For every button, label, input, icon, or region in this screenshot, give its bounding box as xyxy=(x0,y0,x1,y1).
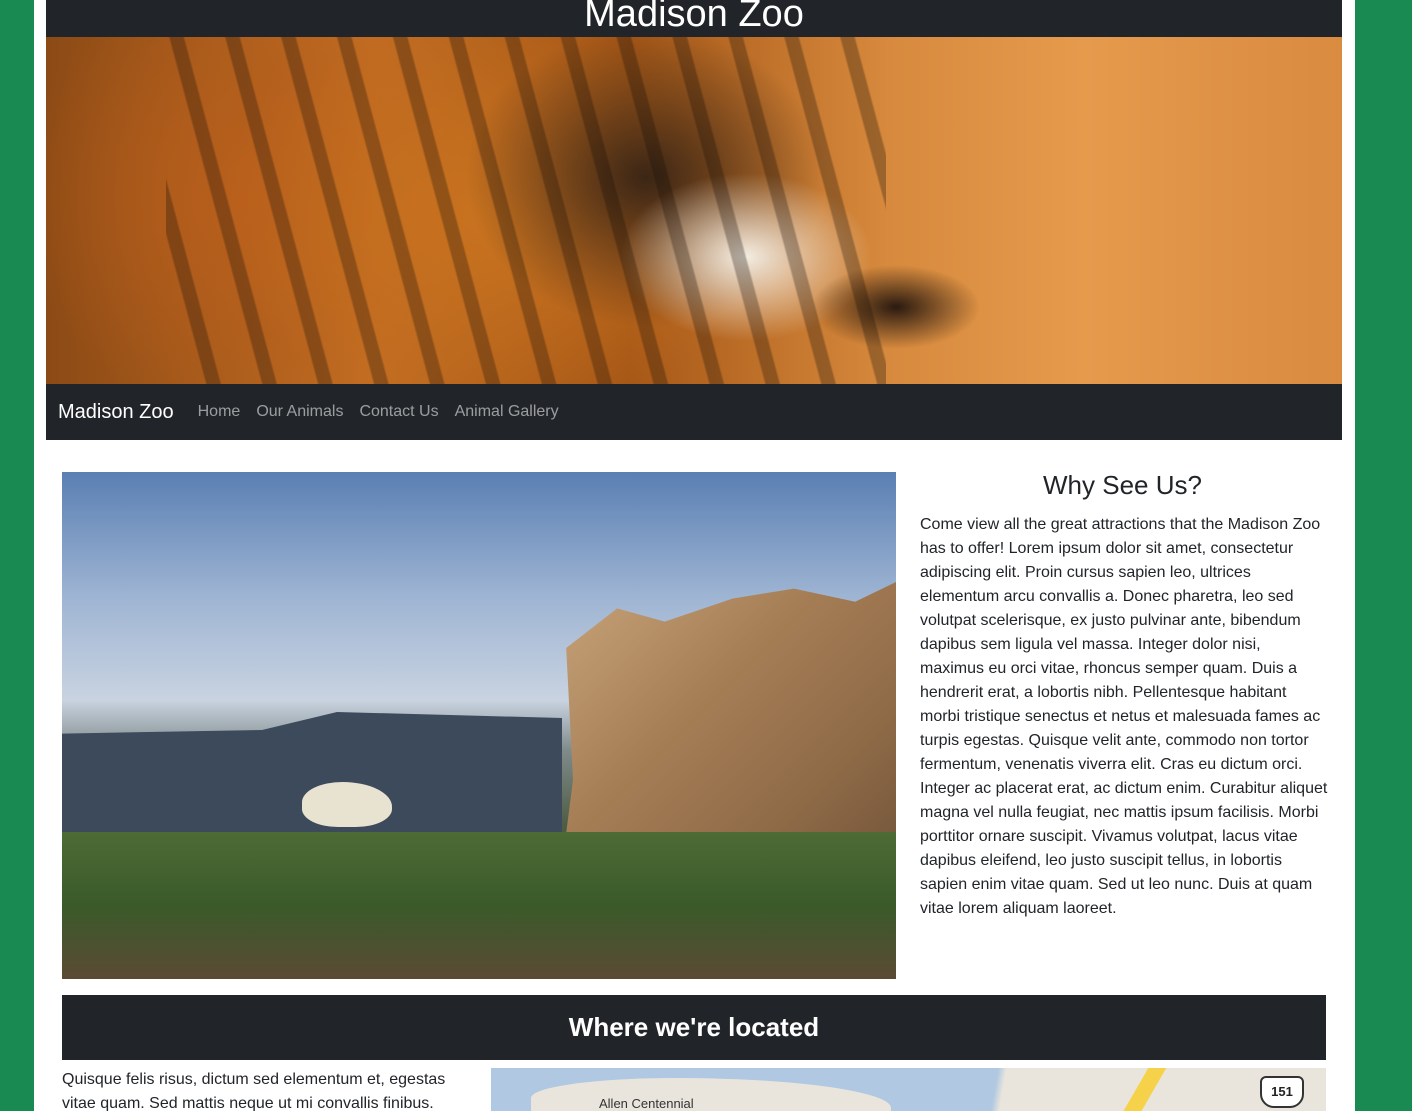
highway-shield-icon: 151 xyxy=(1260,1076,1304,1108)
why-see-us-text: Come view all the great attractions that… xyxy=(920,516,1328,917)
tiger-hero-image xyxy=(46,37,1342,384)
nav-link-contact-us[interactable]: Contact Us xyxy=(359,403,438,421)
location-heading-bar: Where we're located xyxy=(62,995,1326,1060)
navbar-brand[interactable]: Madison Zoo xyxy=(58,401,174,424)
nav-link-our-animals[interactable]: Our Animals xyxy=(256,403,343,421)
header-banner: Madison Zoo xyxy=(46,0,1342,384)
map-place-label: Allen Centennial xyxy=(599,1096,694,1111)
location-text: Quisque felis risus, dictum sed elementu… xyxy=(62,1071,446,1111)
nav-link-home[interactable]: Home xyxy=(198,403,241,421)
why-see-us-heading: Why See Us? xyxy=(1043,470,1202,500)
nav-link-animal-gallery[interactable]: Animal Gallery xyxy=(455,403,559,421)
site-title: Madison Zoo xyxy=(584,0,804,35)
location-heading: Where we're located xyxy=(568,1012,820,1042)
page-container: Madison Zoo Madison Zoo Home Our Animals… xyxy=(34,0,1355,1111)
polar-bear-exhibit-image xyxy=(62,472,896,979)
location-map[interactable]: Allen Centennial 151 xyxy=(491,1068,1326,1111)
navbar: Madison Zoo Home Our Animals Contact Us … xyxy=(46,384,1342,440)
